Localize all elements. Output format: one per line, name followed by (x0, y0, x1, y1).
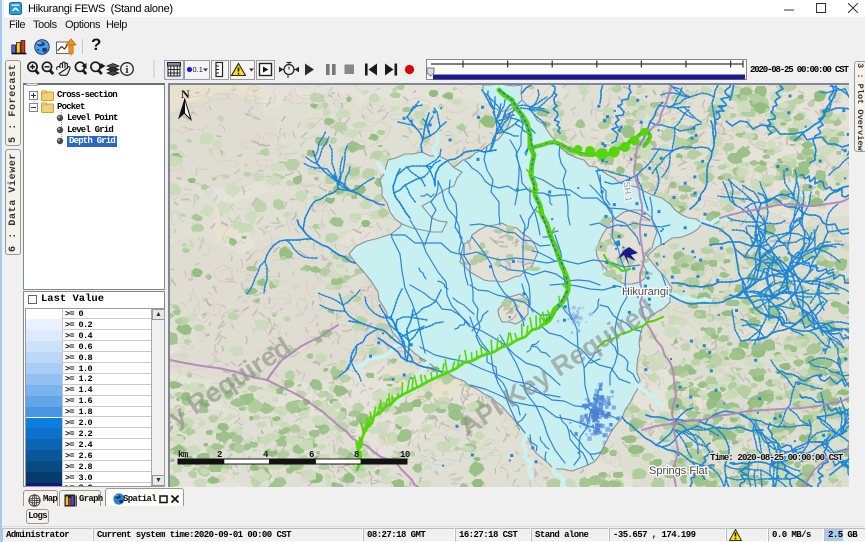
svg-text:Time: 2020-08-25 00:00:00 CST: Time: 2020-08-25 00:00:00 CST (710, 452, 844, 463)
svg-text:Springs Flat: Springs Flat (649, 465, 708, 477)
svg-text:N: N (181, 87, 190, 101)
svg-text:i: i (126, 65, 129, 76)
svg-text:Hikurangi: Hikurangi (622, 286, 668, 298)
svg-text:0.1: 0.1 (193, 65, 203, 74)
